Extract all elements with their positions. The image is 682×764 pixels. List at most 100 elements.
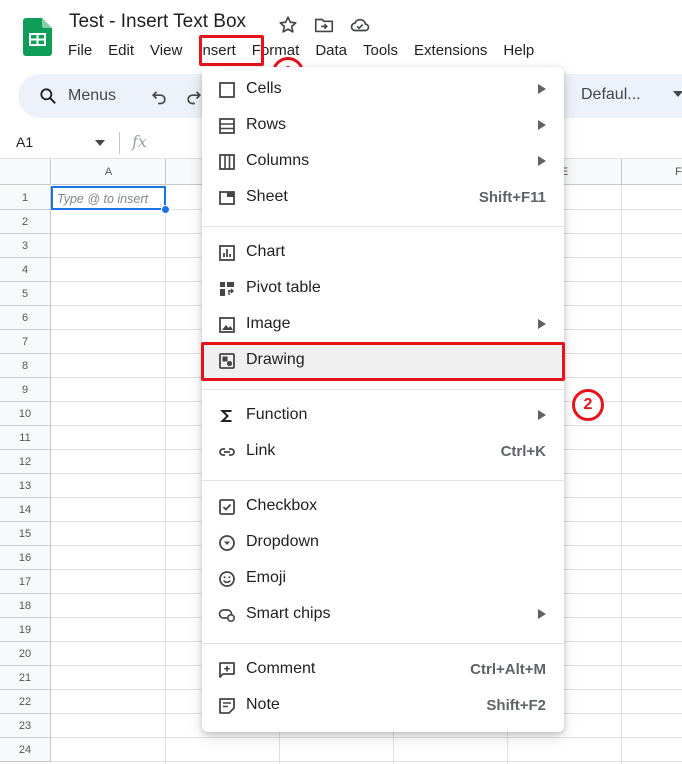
row-header[interactable]: 24 (0, 738, 51, 762)
dropdown-icon (219, 535, 235, 551)
smart-chips-icon (218, 609, 236, 623)
menu-item-columns[interactable]: Columns (202, 144, 564, 180)
menu-item-label: Link (246, 442, 276, 459)
row-header[interactable]: 16 (0, 546, 51, 570)
menu-item-pivot-table[interactable]: Pivot table (202, 271, 564, 307)
row-header[interactable]: 8 (0, 354, 51, 378)
menu-item-chart[interactable]: Chart (202, 235, 564, 271)
link-icon (219, 448, 235, 456)
row-header[interactable]: 22 (0, 690, 51, 714)
menu-item-link[interactable]: Link Ctrl+K (202, 434, 564, 470)
grid-line (51, 737, 682, 738)
drawing-item-highlight (201, 342, 565, 381)
row-header[interactable]: 14 (0, 498, 51, 522)
row-header[interactable]: 21 (0, 666, 51, 690)
fill-handle[interactable] (161, 205, 170, 214)
menu-item-smart-chips[interactable]: Smart chips (202, 597, 564, 633)
row-header[interactable]: 20 (0, 642, 51, 666)
row-header[interactable]: 18 (0, 594, 51, 618)
menus-search-label: Menus (68, 87, 117, 104)
menu-item-label: Smart chips (246, 605, 331, 622)
menu-item-label: Image (246, 315, 291, 332)
shortcut-label: Shift+F11 (478, 189, 546, 206)
grid-line (165, 185, 166, 764)
menu-item-dropdown[interactable]: Dropdown (202, 525, 564, 561)
shortcut-label: Ctrl+K (500, 443, 546, 460)
select-all-corner[interactable] (0, 159, 51, 185)
insert-menu-dropdown: Cells Rows Columns Sheet Shift+F11 Chart… (202, 67, 564, 732)
pivot-table-icon (220, 282, 234, 296)
row-header[interactable]: 23 (0, 714, 51, 738)
row-header[interactable]: 9 (0, 378, 51, 402)
menu-item-label: Comment (246, 660, 316, 677)
column-header-a[interactable]: A (52, 159, 166, 185)
checkbox-icon (219, 499, 235, 515)
shortcut-label: Shift+F2 (486, 697, 546, 714)
row-header[interactable]: 10 (0, 402, 51, 426)
row-header[interactable]: 5 (0, 282, 51, 306)
submenu-arrow-icon (538, 120, 546, 130)
menu-divider (202, 226, 564, 227)
menu-data[interactable]: Data (307, 38, 355, 64)
row-header[interactable]: 7 (0, 330, 51, 354)
row-header[interactable]: 1 (0, 186, 51, 210)
menu-tools[interactable]: Tools (355, 38, 406, 64)
column-header-f[interactable]: F (622, 159, 682, 185)
row-header[interactable]: 6 (0, 306, 51, 330)
submenu-arrow-icon (538, 410, 546, 420)
row-header[interactable]: 2 (0, 210, 51, 234)
move-to-folder-icon[interactable] (313, 14, 335, 36)
menu-item-cells[interactable]: Cells (202, 72, 564, 108)
chevron-down-icon[interactable] (673, 91, 682, 97)
menu-item-label: Checkbox (246, 497, 318, 514)
columns-icon (219, 154, 235, 170)
menu-help[interactable]: Help (495, 38, 542, 64)
row-header[interactable]: 15 (0, 522, 51, 546)
menu-extensions[interactable]: Extensions (406, 38, 495, 64)
cells-icon (219, 82, 235, 98)
menu-view[interactable]: View (142, 38, 190, 64)
submenu-arrow-icon (538, 156, 546, 166)
menu-item-emoji[interactable]: Emoji (202, 561, 564, 597)
menus-search-button[interactable]: Menus (28, 80, 150, 112)
row-header[interactable]: 12 (0, 450, 51, 474)
menu-item-label: Emoji (246, 569, 287, 586)
menu-item-function[interactable]: Function (202, 398, 564, 434)
grid-line (51, 761, 682, 762)
menu-item-sheet[interactable]: Sheet Shift+F11 (202, 180, 564, 216)
redo-icon[interactable] (184, 86, 204, 106)
row-header[interactable]: 3 (0, 234, 51, 258)
font-family-select[interactable]: Defaul... (581, 86, 641, 104)
menu-item-note[interactable]: Note Shift+F2 (202, 688, 564, 724)
sheet-icon (219, 191, 235, 205)
row-header[interactable]: 13 (0, 474, 51, 498)
menu-item-rows[interactable]: Rows (202, 108, 564, 144)
menu-bar: File Edit View Insert Format Data Tools … (60, 38, 542, 66)
name-box-caret-icon[interactable] (95, 140, 105, 146)
menu-item-label: Cells (246, 80, 282, 97)
menu-item-checkbox[interactable]: Checkbox (202, 489, 564, 525)
menu-item-label: Pivot table (246, 279, 321, 296)
star-icon[interactable] (277, 14, 299, 36)
undo-icon[interactable] (149, 86, 169, 106)
cloud-saved-icon[interactable] (349, 14, 371, 36)
menu-item-comment[interactable]: Comment Ctrl+Alt+M (202, 652, 564, 688)
submenu-arrow-icon (538, 609, 546, 619)
row-header[interactable]: 4 (0, 258, 51, 282)
sheets-logo-icon[interactable] (23, 18, 52, 56)
note-icon (219, 698, 235, 714)
menu-file[interactable]: File (60, 38, 100, 64)
rows-icon (219, 118, 235, 134)
document-title[interactable]: Test - Insert Text Box (69, 11, 246, 33)
menu-item-image[interactable]: Image (202, 307, 564, 343)
grid-line (621, 185, 622, 764)
menu-edit[interactable]: Edit (100, 38, 142, 64)
chart-icon (219, 245, 235, 261)
row-header[interactable]: 17 (0, 570, 51, 594)
row-header[interactable]: 11 (0, 426, 51, 450)
active-cell-a1[interactable]: Type @ to insert (51, 186, 166, 210)
row-header[interactable]: 19 (0, 618, 51, 642)
name-box[interactable]: A1 (16, 134, 33, 150)
insert-menu-highlight (199, 35, 264, 66)
menu-item-label: Sheet (246, 188, 288, 205)
